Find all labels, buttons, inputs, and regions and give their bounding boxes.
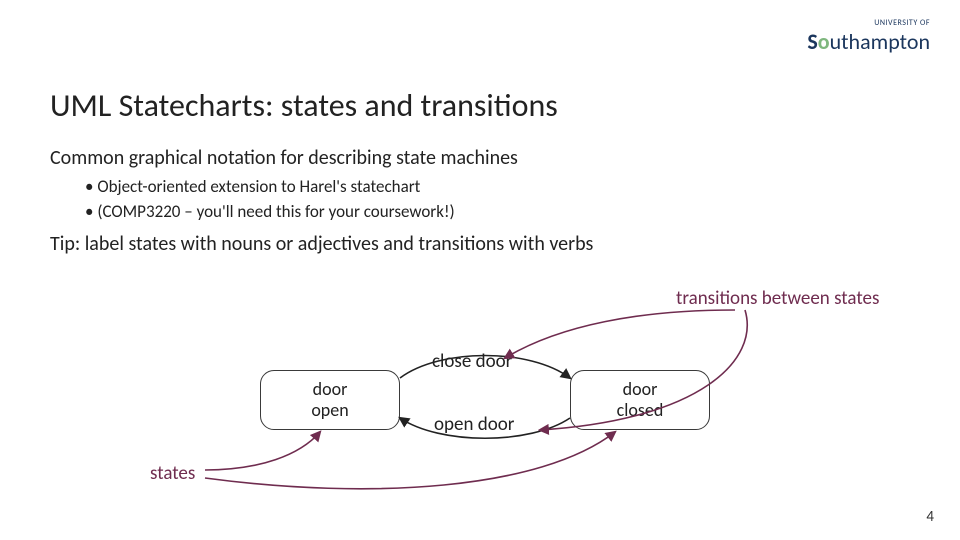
callout-transitions: transitions between states xyxy=(676,287,879,310)
state-label: door open xyxy=(311,379,348,420)
state-door-open: door open xyxy=(260,370,400,430)
state-door-closed: door closed xyxy=(570,370,710,430)
logo-overline: UNIVERSITY OF xyxy=(807,18,930,28)
university-logo: UNIVERSITY OF Southampton xyxy=(807,18,930,55)
tip-line: Tip: label states with nouns or adjectiv… xyxy=(50,232,593,256)
transition-label-bottom: open door xyxy=(434,413,514,436)
slide-title: UML Statecharts: states and transitions xyxy=(50,86,558,125)
page-number: 4 xyxy=(926,508,934,526)
bullet-item: (COMP3220 – you'll need this for your co… xyxy=(85,200,455,225)
intro-line: Common graphical notation for describing… xyxy=(50,146,518,170)
logo-accent-o: o xyxy=(818,28,830,55)
logo-letter-s: S xyxy=(807,28,817,55)
bullet-list: Object-oriented extension to Harel's sta… xyxy=(85,175,455,224)
logo-rest: uthampton xyxy=(830,28,930,55)
callout-states: states xyxy=(150,462,195,485)
transition-label-top: close door xyxy=(432,350,512,373)
diagram-arrows xyxy=(0,0,960,540)
bullet-item: Object-oriented extension to Harel's sta… xyxy=(85,175,455,200)
state-label: door closed xyxy=(617,379,664,420)
